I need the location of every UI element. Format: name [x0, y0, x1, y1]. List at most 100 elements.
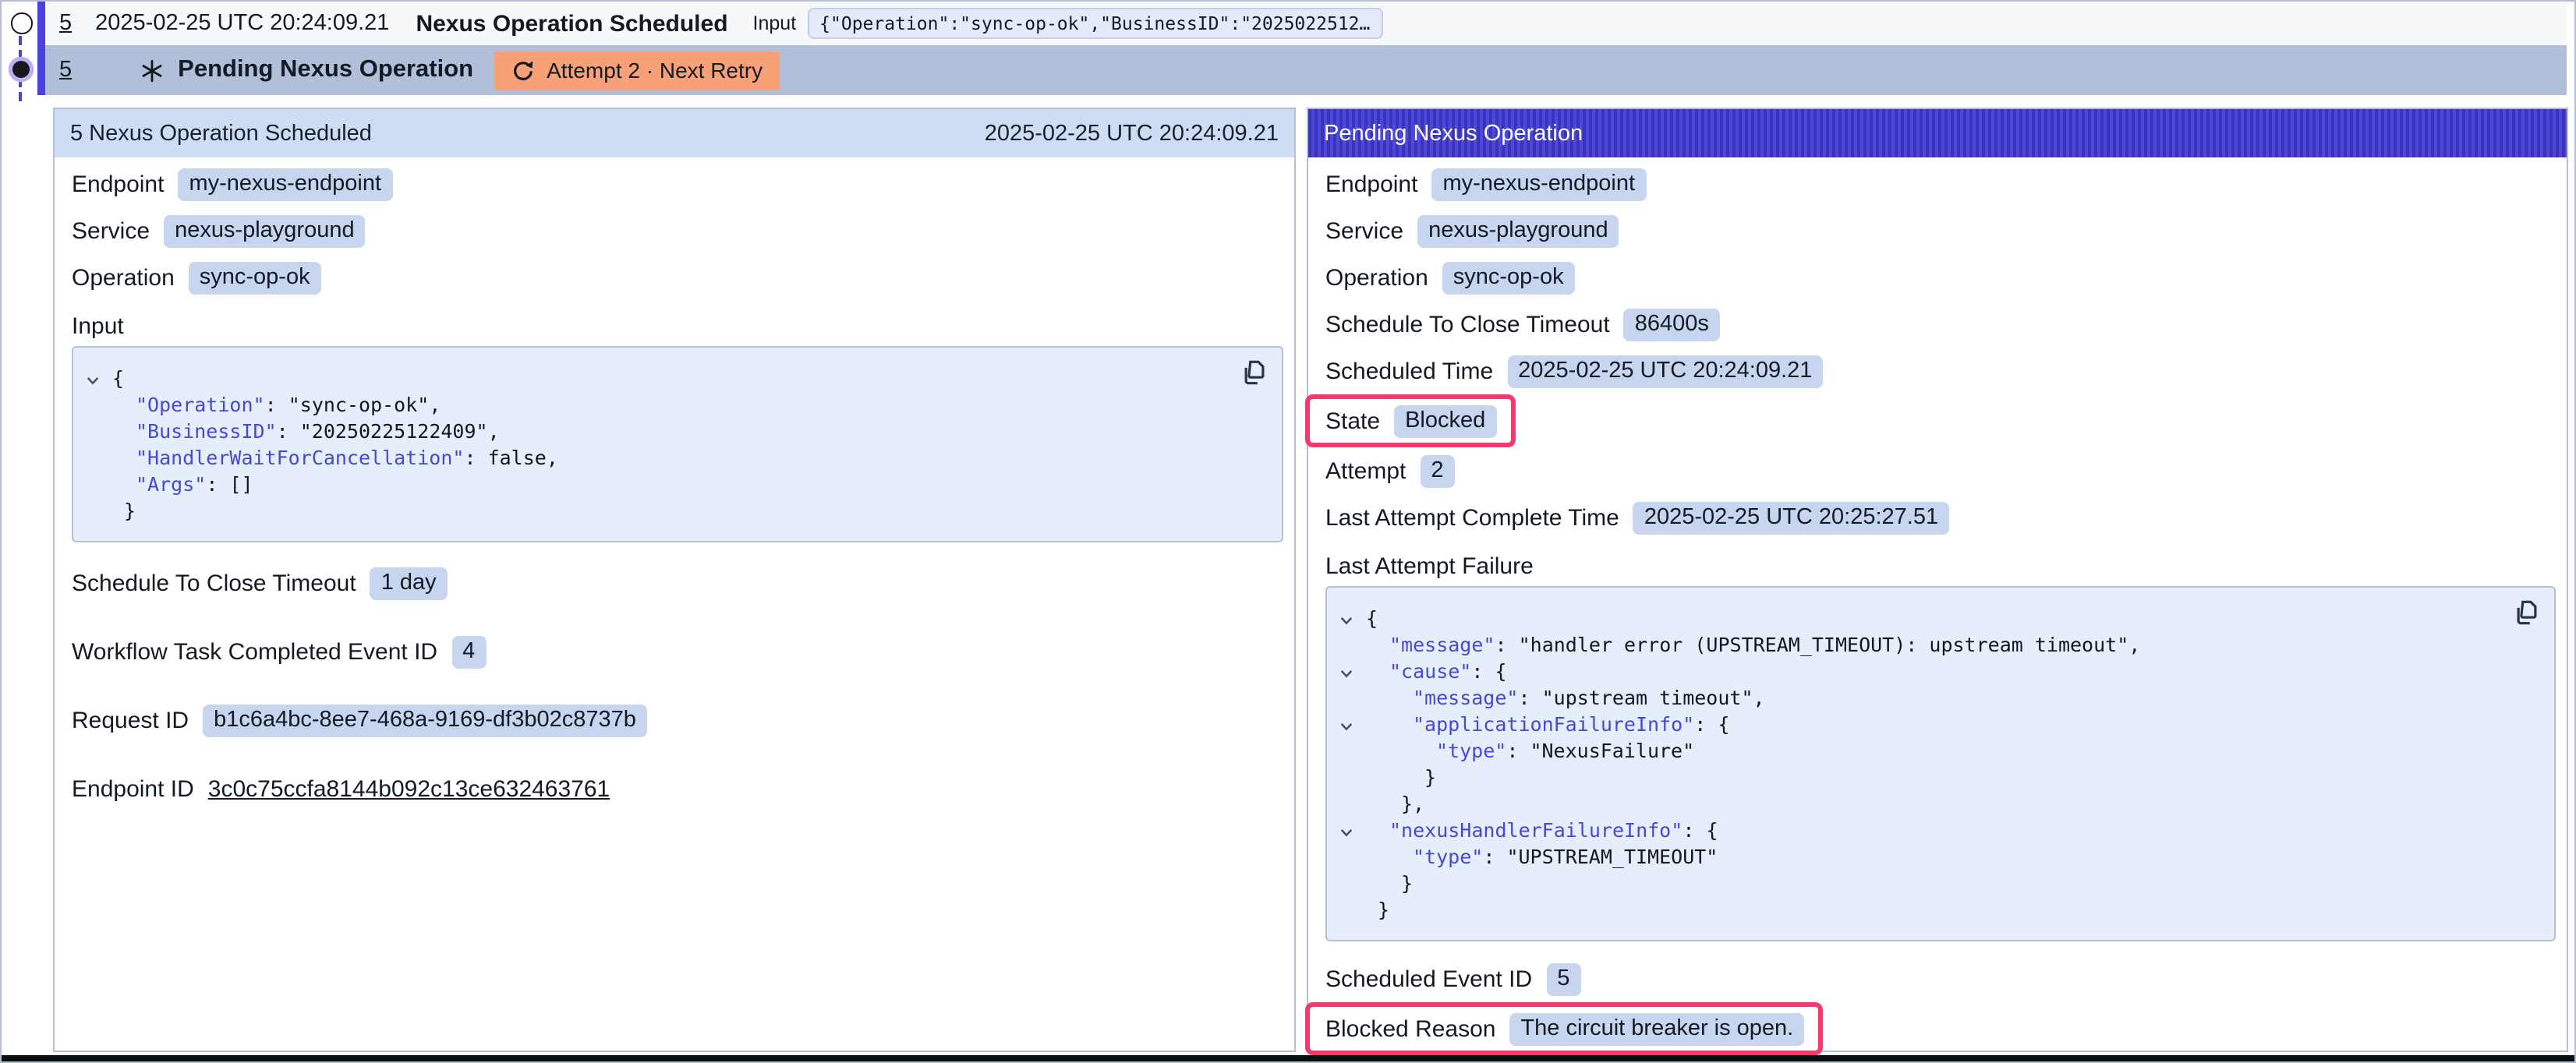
collapse-chevron-icon[interactable]	[86, 365, 112, 391]
field-group-mid: Attempt2Last Attempt Complete Time2025-0…	[1325, 447, 2556, 541]
code-line-text: "Args": []	[112, 471, 253, 497]
field-value-badge: 2	[1420, 454, 1454, 487]
copy-icon[interactable]	[1243, 360, 1266, 385]
chevron-spacer	[1339, 843, 1366, 870]
endpoint-id-link[interactable]: 3c0c75ccfa8144b092c13ce632463761	[208, 775, 610, 802]
chevron-spacer	[1339, 870, 1366, 896]
field-value-badge: sync-op-ok	[1442, 261, 1575, 294]
code-line-text: "message": "handler error (UPSTREAM_TIME…	[1366, 631, 2140, 658]
code-line-text: }	[1366, 896, 1389, 923]
field-row: Schedule To Close Timeout 1 day	[72, 549, 1283, 617]
code-line: }	[1339, 764, 2501, 790]
retry-icon	[511, 58, 534, 82]
code-line: }	[1339, 870, 2501, 896]
field-value-badge: sync-op-ok	[189, 261, 321, 294]
code-line-text: "applicationFailureInfo": {	[1366, 711, 1729, 737]
event-id-link[interactable]: 5	[59, 11, 72, 36]
panel-body: Endpointmy-nexus-endpointServicenexus-pl…	[55, 157, 1294, 823]
collapse-chevron-icon[interactable]	[1339, 605, 1366, 631]
field-value-badge: 86400s	[1624, 308, 1720, 341]
field-label: Operation	[1325, 264, 1428, 291]
event-timestamp: 2025-02-25 UTC 20:24:09.21	[95, 11, 389, 36]
field-label: Endpoint	[1325, 171, 1417, 197]
code-line: }	[1339, 896, 2501, 923]
field-label: Blocked Reason	[1325, 1015, 1495, 1042]
field-value-badge: 5	[1546, 962, 1580, 995]
code-line: "nexusHandlerFailureInfo": {	[1339, 817, 2501, 843]
field-label: Endpoint	[72, 171, 164, 197]
code-line-text: {	[112, 365, 124, 391]
field-value-badge: nexus-playground	[164, 214, 366, 247]
chevron-spacer	[86, 497, 112, 524]
event-detail-panel-scheduled: 5 Nexus Operation Scheduled 2025-02-25 U…	[53, 108, 1296, 1052]
field-label: Schedule To Close Timeout	[1325, 311, 1610, 337]
collapse-chevron-icon[interactable]	[1339, 711, 1366, 737]
code-line-text: },	[1366, 790, 1424, 817]
field-label: Scheduled Time	[1325, 358, 1493, 384]
code-line-text: {	[1366, 605, 1378, 631]
field-row: Workflow Task Completed Event ID4	[72, 617, 1283, 686]
field-group-bottom: Schedule To Close Timeout 1 day Workflow T…	[72, 549, 1283, 754]
code-line-text: "type": "UPSTREAM_TIMEOUT"	[1366, 843, 1718, 870]
code-line-text: "HandlerWaitForCancellation": false,	[112, 444, 558, 471]
field-label: Schedule To Close Timeout	[72, 570, 356, 596]
input-preview-badge: {"Operation":"sync-op-ok","BusinessID":"…	[807, 8, 1382, 39]
input-label: Input	[753, 12, 797, 34]
field-value-badge: 2025-02-25 UTC 20:24:09.21	[1507, 355, 1823, 387]
collapse-chevron-icon[interactable]	[1339, 817, 1366, 843]
chevron-spacer	[1339, 764, 1366, 790]
event-title: Nexus Operation Scheduled	[416, 10, 727, 37]
code-line: "applicationFailureInfo": {	[1339, 711, 2501, 737]
asterisk-icon	[140, 58, 164, 82]
field-label: Workflow Task Completed Event ID	[72, 638, 437, 665]
event-row-nexus-operation-scheduled[interactable]: 5 2025-02-25 UTC 20:24:09.21 Nexus Opera…	[45, 2, 2567, 45]
field-value-badge: nexus-playground	[1417, 214, 1619, 247]
field-row: Servicenexus-playground	[72, 207, 1283, 254]
event-id-link[interactable]: 5	[59, 58, 72, 83]
code-line: }	[86, 497, 1229, 524]
workflow-event-history-view: 5 2025-02-25 UTC 20:24:09.21 Nexus Opera…	[0, 0, 2576, 1063]
code-line: "BusinessID": "20250225122409",	[86, 418, 1229, 444]
field-row: Operation sync-op-ok	[72, 254, 1283, 301]
field-row: Attempt2	[1325, 447, 2556, 494]
chevron-spacer	[1339, 896, 1366, 923]
panel-title: Pending Nexus Operation	[1324, 121, 1583, 146]
field-label: Service	[1325, 217, 1403, 244]
field-value-badge: 2025-02-25 UTC 20:25:27.51	[1633, 501, 1949, 534]
chevron-spacer	[1339, 631, 1366, 658]
endpoint-id-row: Endpoint ID 3c0c75ccfa8144b092c13ce63246…	[72, 754, 1283, 823]
field-label: Operation	[72, 264, 175, 291]
input-section-label: Input	[72, 309, 1283, 343]
code-line: "type": "NexusFailure"	[1339, 737, 2501, 764]
code-line-text: "cause": {	[1366, 658, 1507, 684]
code-line-text: "type": "NexusFailure"	[1366, 737, 1694, 764]
timeline-marker-open-icon	[11, 12, 32, 34]
code-line: {	[86, 365, 1229, 391]
panel-title: 5 Nexus Operation Scheduled	[70, 121, 372, 146]
field-group-top: Endpointmy-nexus-endpointServicenexus-pl…	[72, 161, 1283, 301]
code-line-text: }	[1366, 764, 1436, 790]
code-line: "message": "handler error (UPSTREAM_TIME…	[1339, 631, 2501, 658]
chevron-spacer	[1339, 684, 1366, 711]
field-row: Last Attempt Complete Time2025-02-25 UTC…	[1325, 494, 2556, 541]
panel-header: 5 Nexus Operation Scheduled 2025-02-25 U…	[55, 109, 1294, 157]
code-line: "Operation": "sync-op-ok",	[86, 391, 1229, 418]
code-line-text: "BusinessID": "20250225122409",	[112, 418, 500, 444]
code-line: "Args": []	[86, 471, 1229, 497]
code-line: "message": "upstream timeout",	[1339, 684, 2501, 711]
code-line-text: }	[1366, 870, 1413, 896]
event-row-pending-nexus-operation[interactable]: 5 Pending Nexus Operation Attempt 2 · Ne…	[45, 45, 2567, 95]
collapse-chevron-icon[interactable]	[1339, 658, 1366, 684]
field-row: Schedule To Close Timeout 86400s	[1325, 301, 2556, 348]
field-value-badge: 1 day	[370, 567, 448, 599]
chevron-spacer	[1339, 737, 1366, 764]
field-row: Endpointmy-nexus-endpoint	[72, 161, 1283, 207]
state-badge: Blocked	[1394, 404, 1496, 437]
pending-operation-panel: Pending Nexus Operation Endpointmy-nexus…	[1307, 108, 2568, 1052]
copy-icon[interactable]	[2515, 600, 2539, 625]
failure-section-label: Last Attempt Failure	[1325, 549, 2556, 583]
code-lines: {"Operation": "sync-op-ok","BusinessID":…	[86, 365, 1229, 524]
blocked-reason-badge: The circuit breaker is open.	[1509, 1012, 1804, 1045]
field-label: State	[1325, 408, 1380, 434]
chevron-spacer	[1339, 790, 1366, 817]
